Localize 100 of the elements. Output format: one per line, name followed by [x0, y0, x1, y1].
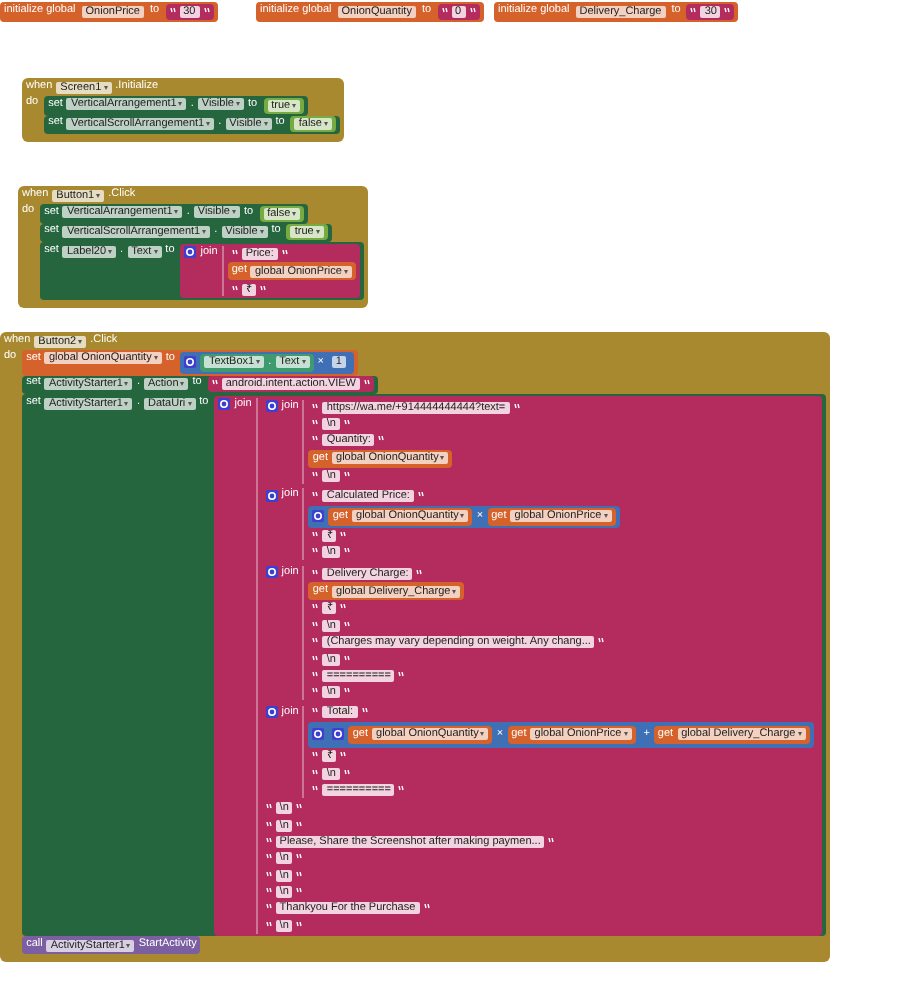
dropdown-arrow-icon [124, 401, 129, 406]
quote-icon [398, 785, 405, 792]
quote-icon [231, 285, 238, 292]
quote-icon [343, 688, 350, 695]
quote-icon [281, 249, 288, 256]
dropdown-arrow-icon [126, 943, 131, 948]
quote-icon [312, 403, 319, 410]
dropdown-arrow-icon [96, 193, 101, 197]
dropdown-arrow-icon [206, 121, 211, 126]
quote-icon [296, 821, 303, 828]
quote-icon [265, 871, 272, 878]
quote-icon [340, 604, 347, 611]
quote-icon [296, 804, 303, 811]
quote-icon [312, 436, 319, 443]
dropdown-arrow-icon [263, 121, 268, 126]
dropdown-arrow-icon [315, 230, 320, 235]
quote-icon [312, 638, 319, 645]
quote-icon [724, 7, 731, 14]
quote-icon [259, 285, 266, 292]
quote-icon [169, 7, 176, 14]
gear-icon[interactable] [332, 728, 345, 741]
dropdown-arrow-icon [187, 401, 192, 406]
quote-icon [469, 7, 476, 14]
quote-icon [265, 821, 272, 828]
dropdown-arrow-icon [153, 356, 158, 361]
quote-icon [296, 871, 303, 878]
quote-icon [343, 621, 350, 628]
quote-icon [343, 769, 350, 776]
quote-icon [378, 436, 385, 443]
quote-icon [312, 472, 319, 479]
quote-icon [361, 708, 368, 715]
quote-icon [364, 380, 370, 387]
gear-icon[interactable] [265, 706, 278, 719]
dropdown-arrow-icon [124, 381, 129, 386]
dropdown-arrow-icon [202, 229, 207, 234]
gear-icon[interactable] [265, 489, 278, 502]
quote-icon [265, 854, 272, 861]
quote-icon [398, 671, 405, 678]
dropdown-arrow-icon [78, 339, 83, 343]
quote-icon [265, 888, 272, 895]
dropdown-arrow-icon [259, 229, 264, 234]
quote-icon [312, 604, 319, 611]
quote-icon [265, 837, 272, 844]
quote-icon [343, 420, 350, 427]
quote-icon [548, 837, 555, 844]
quote-icon [265, 921, 272, 928]
quote-icon [423, 904, 430, 911]
quote-icon [211, 380, 218, 387]
quote-icon [296, 921, 303, 928]
gear-icon[interactable] [312, 510, 325, 523]
dropdown-arrow-icon [603, 514, 608, 519]
dropdown-arrow-icon [153, 249, 158, 254]
dropdown-arrow-icon [236, 102, 240, 107]
dropdown-arrow-icon [292, 211, 297, 216]
quote-icon [312, 420, 319, 427]
quote-icon [312, 621, 319, 628]
quote-icon [343, 472, 350, 479]
quote-icon [343, 548, 350, 555]
quote-icon [312, 548, 319, 555]
dropdown-arrow-icon [323, 122, 328, 127]
gear-icon[interactable] [218, 398, 231, 411]
dropdown-arrow-icon [343, 269, 348, 274]
quote-icon [231, 249, 238, 256]
dropdown-arrow-icon [292, 103, 297, 108]
quote-icon [312, 708, 319, 715]
quote-icon [203, 7, 210, 14]
quote-icon [265, 804, 272, 811]
gear-icon[interactable] [265, 566, 278, 579]
gear-icon[interactable] [184, 246, 197, 259]
quote-icon [340, 752, 347, 759]
quote-icon [312, 569, 319, 576]
quote-icon [312, 752, 319, 759]
dropdown-arrow-icon [180, 381, 185, 386]
quote-icon [441, 7, 448, 14]
quote-icon [312, 688, 319, 695]
quote-icon [296, 854, 303, 861]
quote-icon [296, 888, 303, 895]
quote-icon [417, 492, 424, 499]
dropdown-arrow-icon [452, 589, 457, 593]
quote-icon [416, 569, 423, 576]
quote-icon [312, 532, 319, 539]
quote-icon [513, 403, 520, 410]
quote-icon [343, 655, 350, 661]
dropdown-arrow-icon [460, 514, 465, 519]
gear-icon[interactable] [184, 356, 197, 369]
gear-icon[interactable] [312, 728, 325, 741]
dropdown-arrow-icon [108, 249, 113, 254]
quote-icon [340, 532, 347, 539]
quote-icon [312, 769, 319, 776]
quote-icon [598, 638, 605, 645]
quote-icon [312, 655, 319, 661]
dropdown-arrow-icon [103, 85, 108, 89]
quote-icon [265, 904, 272, 911]
quote-icon [312, 785, 319, 792]
quote-icon [312, 671, 319, 678]
dropdown-arrow-icon [232, 210, 236, 215]
gear-icon[interactable] [265, 400, 278, 413]
dropdown-arrow-icon [256, 360, 261, 365]
quote-icon [690, 7, 697, 14]
quote-icon [312, 492, 319, 499]
